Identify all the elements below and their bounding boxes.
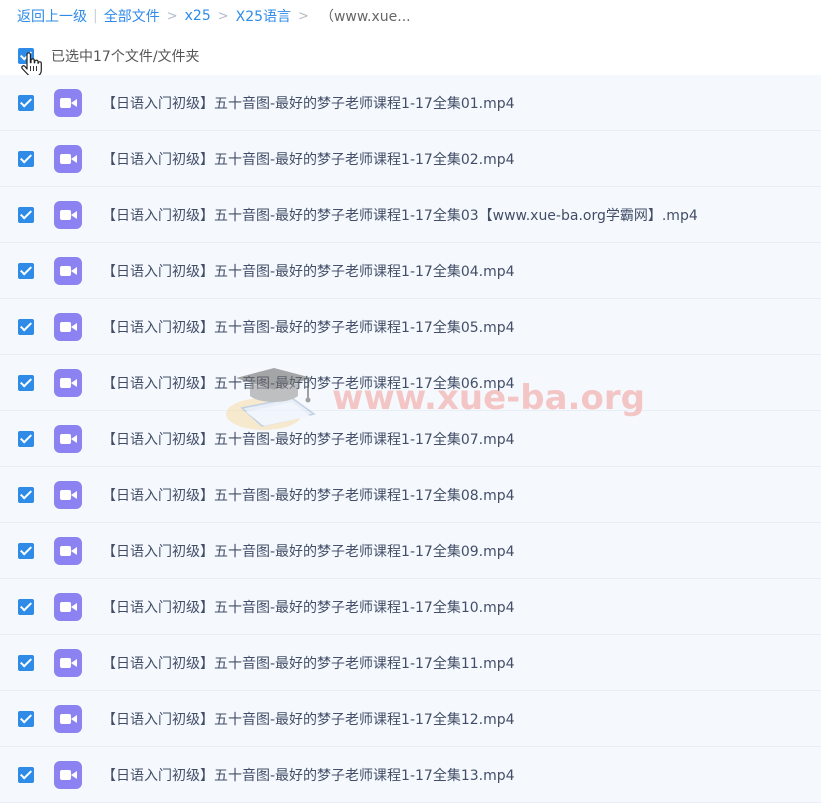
- file-row[interactable]: 【日语入门初级】五十音图-最好的梦子老师课程1-17全集02.mp4: [0, 131, 821, 187]
- file-checkbox[interactable]: [18, 207, 34, 223]
- file-row[interactable]: 【日语入门初级】五十音图-最好的梦子老师课程1-17全集10.mp4: [0, 579, 821, 635]
- file-name[interactable]: 【日语入门初级】五十音图-最好的梦子老师课程1-17全集06.mp4: [102, 373, 515, 393]
- file-row[interactable]: 【日语入门初级】五十音图-最好的梦子老师课程1-17全集04.mp4: [0, 243, 821, 299]
- file-row[interactable]: 【日语入门初级】五十音图-最好的梦子老师课程1-17全集12.mp4: [0, 691, 821, 747]
- file-checkbox[interactable]: [18, 711, 34, 727]
- file-checkbox[interactable]: [18, 375, 34, 391]
- video-file-icon: [54, 313, 82, 341]
- file-name[interactable]: 【日语入门初级】五十音图-最好的梦子老师课程1-17全集13.mp4: [102, 765, 515, 785]
- file-checkbox[interactable]: [18, 543, 34, 559]
- breadcrumb-item-x25[interactable]: x25: [185, 8, 211, 24]
- file-row[interactable]: 【日语入门初级】五十音图-最好的梦子老师课程1-17全集11.mp4: [0, 635, 821, 691]
- video-file-icon: [54, 89, 82, 117]
- breadcrumb-separator-icon: >: [298, 8, 309, 24]
- breadcrumb-separator-icon: >: [166, 8, 178, 24]
- file-checkbox[interactable]: [18, 431, 34, 447]
- video-file-icon: [54, 537, 82, 565]
- file-checkbox[interactable]: [18, 263, 34, 279]
- file-row[interactable]: 【日语入门初级】五十音图-最好的梦子老师课程1-17全集01.mp4: [0, 75, 821, 131]
- video-file-icon: [54, 481, 82, 509]
- file-name[interactable]: 【日语入门初级】五十音图-最好的梦子老师课程1-17全集09.mp4: [102, 541, 515, 561]
- file-checkbox[interactable]: [18, 487, 34, 503]
- selection-header: 已选中17个文件/文件夹: [0, 36, 821, 78]
- video-file-icon: [54, 369, 82, 397]
- file-name[interactable]: 【日语入门初级】五十音图-最好的梦子老师课程1-17全集12.mp4: [102, 709, 515, 729]
- breadcrumb-separator-icon: >: [217, 8, 229, 24]
- breadcrumb: 返回上一级 | 全部文件 > x25 > X25语言 > （www.xue...: [17, 5, 411, 27]
- back-link[interactable]: 返回上一级: [17, 6, 87, 26]
- video-file-icon: [54, 425, 82, 453]
- breadcrumb-divider: |: [93, 8, 98, 24]
- breadcrumb-item-all-files[interactable]: 全部文件: [104, 6, 160, 26]
- video-file-icon: [54, 145, 82, 173]
- file-row[interactable]: 【日语入门初级】五十音图-最好的梦子老师课程1-17全集06.mp4: [0, 355, 821, 411]
- file-name[interactable]: 【日语入门初级】五十音图-最好的梦子老师课程1-17全集10.mp4: [102, 597, 515, 617]
- file-name[interactable]: 【日语入门初级】五十音图-最好的梦子老师课程1-17全集01.mp4: [102, 93, 515, 113]
- file-browser: 返回上一级 | 全部文件 > x25 > X25语言 > （www.xue...…: [0, 0, 821, 804]
- video-file-icon: [54, 257, 82, 285]
- file-name[interactable]: 【日语入门初级】五十音图-最好的梦子老师课程1-17全集04.mp4: [102, 261, 515, 281]
- video-file-icon: [54, 649, 82, 677]
- file-name[interactable]: 【日语入门初级】五十音图-最好的梦子老师课程1-17全集03【www.xue-b…: [102, 205, 698, 225]
- file-row[interactable]: 【日语入门初级】五十音图-最好的梦子老师课程1-17全集13.mp4: [0, 747, 821, 803]
- file-row[interactable]: 【日语入门初级】五十音图-最好的梦子老师课程1-17全集09.mp4: [0, 523, 821, 579]
- file-name[interactable]: 【日语入门初级】五十音图-最好的梦子老师课程1-17全集05.mp4: [102, 317, 515, 337]
- file-checkbox[interactable]: [18, 95, 34, 111]
- video-file-icon: [54, 201, 82, 229]
- video-file-icon: [54, 761, 82, 789]
- file-checkbox[interactable]: [18, 599, 34, 615]
- file-checkbox[interactable]: [18, 655, 34, 671]
- file-checkbox[interactable]: [18, 767, 34, 783]
- file-name[interactable]: 【日语入门初级】五十音图-最好的梦子老师课程1-17全集02.mp4: [102, 149, 515, 169]
- file-name[interactable]: 【日语入门初级】五十音图-最好的梦子老师课程1-17全集11.mp4: [102, 653, 515, 673]
- video-file-icon: [54, 593, 82, 621]
- file-list: 【日语入门初级】五十音图-最好的梦子老师课程1-17全集01.mp4 【日语入门初…: [0, 75, 821, 803]
- file-checkbox[interactable]: [18, 151, 34, 167]
- file-row[interactable]: 【日语入门初级】五十音图-最好的梦子老师课程1-17全集05.mp4: [0, 299, 821, 355]
- file-row[interactable]: 【日语入门初级】五十音图-最好的梦子老师课程1-17全集07.mp4: [0, 411, 821, 467]
- breadcrumb-current: （www.xue...: [319, 9, 411, 25]
- breadcrumb-item-x25-language[interactable]: X25语言: [236, 6, 291, 26]
- selection-count-label: 已选中17个文件/文件夹: [51, 49, 200, 65]
- file-checkbox[interactable]: [18, 319, 34, 335]
- video-file-icon: [54, 705, 82, 733]
- file-name[interactable]: 【日语入门初级】五十音图-最好的梦子老师课程1-17全集07.mp4: [102, 429, 515, 449]
- file-row[interactable]: 【日语入门初级】五十音图-最好的梦子老师课程1-17全集03【www.xue-b…: [0, 187, 821, 243]
- file-row[interactable]: 【日语入门初级】五十音图-最好的梦子老师课程1-17全集08.mp4: [0, 467, 821, 523]
- file-name[interactable]: 【日语入门初级】五十音图-最好的梦子老师课程1-17全集08.mp4: [102, 485, 515, 505]
